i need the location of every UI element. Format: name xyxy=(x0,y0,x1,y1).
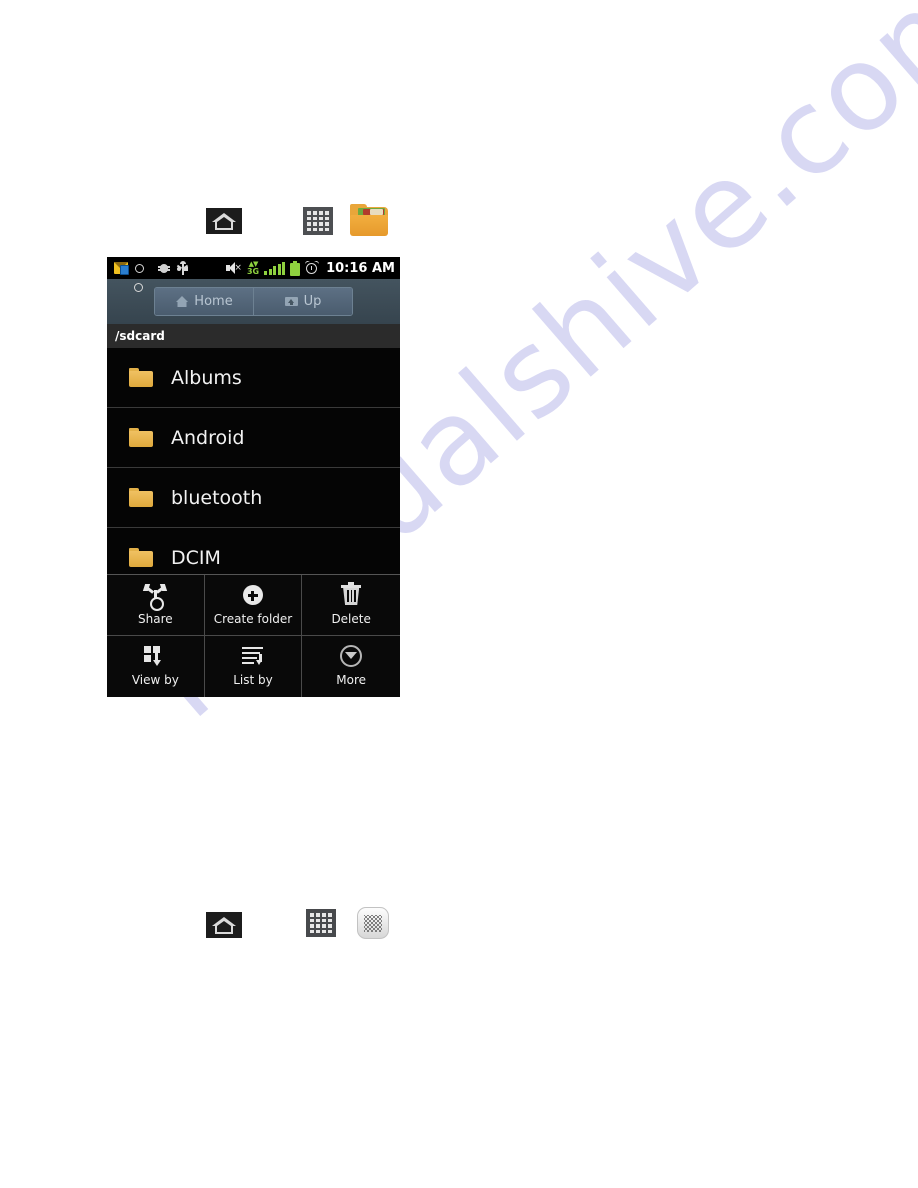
folder-icon xyxy=(129,488,153,507)
current-path-bar: /sdcard xyxy=(107,324,400,348)
file-list: Albums Android bluetooth DCIM xyxy=(107,348,400,588)
list-item-label: Albums xyxy=(171,366,242,389)
menu-item-create-folder[interactable]: Create folder xyxy=(204,575,303,636)
alarm-clock-icon xyxy=(304,260,320,275)
menu-item-label: Create folder xyxy=(213,612,293,626)
apps-grid-icon xyxy=(303,207,333,235)
menu-item-view-by[interactable]: View by xyxy=(107,636,205,697)
mute-speaker-icon: × xyxy=(225,262,242,274)
navigation-toolbar: Home Up xyxy=(107,279,400,324)
mesh-settings-icon-bottom[interactable] xyxy=(357,907,389,939)
icon-row-top xyxy=(206,204,406,244)
status-bar: × ▲▼ 3G 10:16 AM xyxy=(107,257,400,292)
menu-item-more[interactable]: More xyxy=(302,636,400,697)
home-button[interactable]: Home xyxy=(155,288,253,315)
status-time: 10:16 AM xyxy=(326,260,395,276)
list-item[interactable]: bluetooth xyxy=(107,468,400,528)
list-item-label: bluetooth xyxy=(171,486,263,509)
data-3g-icon: ▲▼ 3G xyxy=(246,259,260,276)
phone-screenshot: × ▲▼ 3G 10:16 AM Home Up /sdcard Albums … xyxy=(107,257,400,697)
list-item[interactable]: Albums xyxy=(107,348,400,408)
voicemail-icon xyxy=(134,263,151,292)
list-item-label: Android xyxy=(171,426,245,449)
nav-button-group: Home Up xyxy=(154,287,353,316)
list-item[interactable]: Android xyxy=(107,408,400,468)
my-files-folder-icon-top[interactable] xyxy=(350,204,388,236)
apps-grid-icon-bottom[interactable] xyxy=(306,909,336,937)
folder-icon xyxy=(129,548,153,567)
mesh-settings-icon xyxy=(357,907,389,939)
data-3g-label: 3G xyxy=(246,266,260,276)
battery-icon xyxy=(290,260,301,276)
folder-up-icon xyxy=(284,296,298,307)
home-button-label: Home xyxy=(194,294,233,309)
menu-item-label: More xyxy=(336,673,367,687)
folder-icon xyxy=(129,368,153,387)
menu-item-label: Delete xyxy=(331,612,371,626)
icon-row-bottom xyxy=(206,906,406,946)
home-icon xyxy=(175,296,188,307)
view-by-icon xyxy=(142,643,168,669)
debug-bug-icon xyxy=(158,262,170,274)
home-icon-bottom[interactable] xyxy=(206,912,242,938)
home-icon xyxy=(206,208,242,234)
plus-circle-icon xyxy=(240,582,266,608)
options-menu: Share Create folder Delete View by List … xyxy=(107,574,400,697)
list-item-label: DCIM xyxy=(171,546,221,569)
menu-item-delete[interactable]: Delete xyxy=(302,575,400,636)
up-button[interactable]: Up xyxy=(253,288,352,315)
list-by-icon xyxy=(240,643,266,669)
menu-item-label: View by xyxy=(131,673,179,687)
usb-icon xyxy=(176,261,189,275)
signal-bars-icon xyxy=(264,261,286,275)
apps-grid-icon-top[interactable] xyxy=(303,207,333,235)
share-icon xyxy=(142,582,168,611)
trash-icon xyxy=(338,582,364,608)
more-chevron-icon xyxy=(338,643,364,669)
up-button-label: Up xyxy=(303,294,322,309)
folder-icon xyxy=(129,428,153,447)
menu-item-share[interactable]: Share xyxy=(107,575,205,636)
menu-item-list-by[interactable]: List by xyxy=(204,636,303,697)
my-files-folder-icon xyxy=(350,204,388,236)
home-icon xyxy=(206,912,242,938)
menu-item-label: Share xyxy=(138,612,173,626)
apps-grid-icon xyxy=(306,909,336,937)
home-icon-top[interactable] xyxy=(206,208,242,234)
message-badge-icon xyxy=(114,262,129,275)
menu-item-label: List by xyxy=(233,673,273,687)
current-path-label: /sdcard xyxy=(115,329,165,343)
